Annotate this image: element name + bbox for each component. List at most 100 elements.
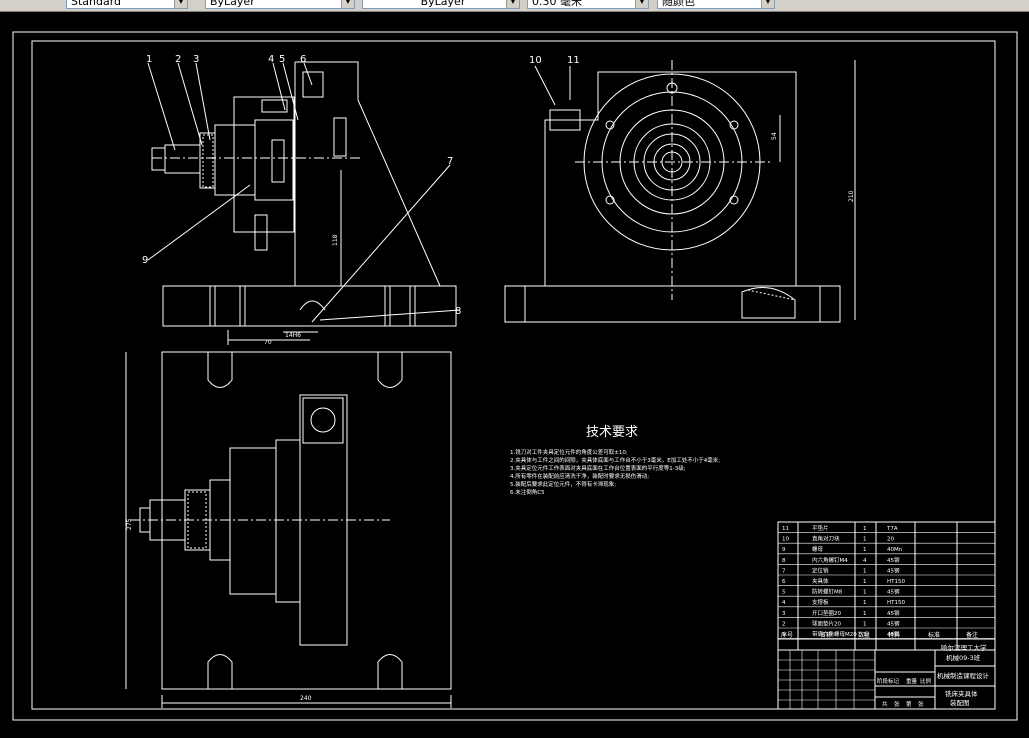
- inner-frame: [31, 40, 996, 710]
- toolbar: Standard ▼ ByLayer ▼ ByLayer ▼ 0.30 毫米 ▼ 随颜色…: [0, 0, 1029, 12]
- course-name: 机械制造课程设计: [937, 671, 990, 680]
- tech-line-5: 5.装配后要求此定位元件，不得有卡滞现象;: [510, 480, 616, 488]
- drawing-type: 装配图: [950, 698, 970, 707]
- bom-header-name: 名称: [820, 631, 832, 639]
- bom-cell-mat: 45钢: [887, 556, 900, 564]
- bom-header-qty: 数量: [858, 631, 870, 639]
- bom-cell-name: 球面垫片20: [812, 619, 841, 627]
- layer-select[interactable]: ByLayer ▼: [205, 0, 355, 9]
- tech-requirements: 技术要求 1.铣刀对工件夹具定位元件的角度公差可取±10; 2.夹具体与工件之间…: [510, 425, 720, 496]
- bom-cell-no: 5: [782, 590, 786, 596]
- dim-118: 118: [332, 234, 339, 246]
- front-view: 70 14H6 118 1 2 3 4 5 6 7 8 9: [142, 54, 461, 346]
- bom-cell-name: 带肩六角螺母M20: [812, 630, 857, 638]
- textstyle-select[interactable]: Standard ▼: [66, 0, 188, 9]
- tech-line-1: 1.铣刀对工件夹具定位元件的角度公差可取±10;: [510, 448, 628, 456]
- bom-cell-name: 夹具体: [812, 577, 829, 585]
- bom-table: 11 平垫片 1 T7A10 直角对刀块 1 209 螺母 1 40Mn8 内六角螺钉M4 4 45钢7…: [777, 521, 996, 710]
- layer-value: ByLayer: [210, 0, 255, 8]
- school-name: 哈尔滨理工大学: [941, 643, 987, 652]
- side-view: 54 210 10 11: [504, 55, 856, 323]
- drawing-canvas[interactable]: 70 14H6 118 1 2 3 4 5 6 7 8 9 54 210 10 …: [0, 12, 1029, 738]
- textstyle-value: Standard: [71, 0, 122, 8]
- bom-cell-qty: 1: [863, 537, 867, 543]
- bom-cell-mat: 45钢: [887, 588, 900, 596]
- callout-3: 3: [193, 54, 199, 65]
- bom-cell-name: 支撑板: [812, 598, 829, 606]
- linetype-select[interactable]: ByLayer ▼: [362, 0, 520, 9]
- bom-cell-qty: 1: [863, 590, 867, 596]
- callout-10: 10: [529, 55, 542, 66]
- tech-line-3: 3.夹具定位元件工作表面对夹具底面在工作台位置表面的平行度等1-3级;: [510, 464, 686, 472]
- cad-drawing: 70 14H6 118 1 2 3 4 5 6 7 8 9 54 210 10 …: [12, 31, 1018, 721]
- dim-275: 275: [126, 518, 133, 530]
- bom-cell-qty: 1: [863, 600, 867, 606]
- label-sheets-1: 张: [894, 700, 900, 708]
- label-sheet-no: 第: [906, 700, 912, 708]
- title-block-grid: [778, 650, 875, 709]
- bom-header-note: 备注: [966, 631, 978, 639]
- bom-cell-no: 9: [782, 547, 786, 553]
- plotstyle-value: 随颜色: [662, 0, 695, 8]
- callout-5: 5: [279, 54, 285, 65]
- bom-cell-name: 直角对刀块: [812, 535, 840, 543]
- callout-9: 9: [142, 255, 148, 266]
- bom-header-std: 标准: [928, 631, 940, 639]
- bom-cell-mat: HT150: [887, 579, 905, 585]
- label-weight: 重量: [906, 677, 918, 685]
- linetype-value: ByLayer: [420, 0, 466, 8]
- callout-6: 6: [300, 54, 306, 65]
- bom-header-no: 序号: [781, 631, 793, 639]
- bom-cell-mat: HT150: [887, 600, 905, 606]
- tech-title: 技术要求: [586, 425, 638, 440]
- bom-cell-no: 6: [782, 579, 786, 585]
- callout-4: 4: [268, 54, 274, 65]
- bom-cell-no: 11: [782, 526, 789, 532]
- bom-cell-no: 4: [782, 600, 786, 606]
- bom-cell-name: 平垫片: [812, 524, 829, 532]
- bom-cell-qty: 4: [863, 558, 867, 564]
- drawing-name: 铣床夹具体: [945, 689, 978, 698]
- chevron-down-icon[interactable]: ▼: [761, 0, 774, 8]
- chevron-down-icon[interactable]: ▼: [635, 0, 648, 8]
- tech-line-4: 4.所有零件在装配前应清洗干净，装配时要求无损伤滑动;: [510, 472, 649, 480]
- callout-11: 11: [567, 55, 580, 66]
- callout-7: 7: [447, 156, 453, 167]
- dim-70: 70: [264, 339, 272, 346]
- dim-240: 240: [300, 695, 312, 702]
- bom-cell-mat: 45钢: [887, 566, 900, 574]
- callout-8: 8: [455, 306, 461, 317]
- bom-cell-qty: 1: [863, 568, 867, 574]
- bom-cell-no: 10: [782, 537, 789, 543]
- bom-cell-mat: 20: [887, 537, 894, 543]
- label-sheets-2: 张: [918, 700, 924, 708]
- callout-2: 2: [175, 54, 181, 65]
- bom-cell-name: 内六角螺钉M4: [812, 556, 848, 564]
- bom-cell-mat: T7A: [886, 526, 898, 532]
- chevron-down-icon[interactable]: ▼: [506, 0, 519, 8]
- dim-54: 54: [771, 132, 778, 140]
- dim-14h6: 14H6: [285, 332, 301, 339]
- top-view: 240 275: [125, 351, 452, 708]
- lineweight-select[interactable]: 0.30 毫米 ▼: [527, 0, 649, 9]
- chevron-down-icon[interactable]: ▼: [341, 0, 354, 8]
- bom-cell-qty: 1: [863, 621, 867, 627]
- bom-cell-no: 7: [782, 568, 786, 574]
- dim-210: 210: [848, 190, 855, 202]
- label-scale: 比例: [920, 677, 932, 685]
- bom-cell-name: 防转螺钉M8: [812, 588, 843, 596]
- bom-cell-no: 3: [782, 611, 786, 617]
- bom-cell-name: 螺母: [812, 545, 824, 553]
- tech-line-2: 2.夹具体与工件之间的间隙，夹具体底面与工作台不小于3毫米，E加工处不小于4毫米…: [510, 456, 720, 464]
- bom-cell-qty: 1: [863, 611, 867, 617]
- chevron-down-icon[interactable]: ▼: [174, 0, 187, 8]
- tech-line-6: 6.未注倒角C5: [510, 488, 545, 496]
- bom-cell-no: 8: [782, 558, 786, 564]
- bom-cell-mat: 45钢: [887, 619, 900, 627]
- plotstyle-select[interactable]: 随颜色 ▼: [657, 0, 775, 9]
- bom-header-mat: 材料: [888, 631, 900, 639]
- bom-cell-no: 2: [782, 621, 786, 627]
- bom-cell-name: 开口垫圈20: [812, 609, 841, 617]
- bom-cell-qty: 1: [863, 547, 867, 553]
- label-total: 共: [882, 700, 888, 708]
